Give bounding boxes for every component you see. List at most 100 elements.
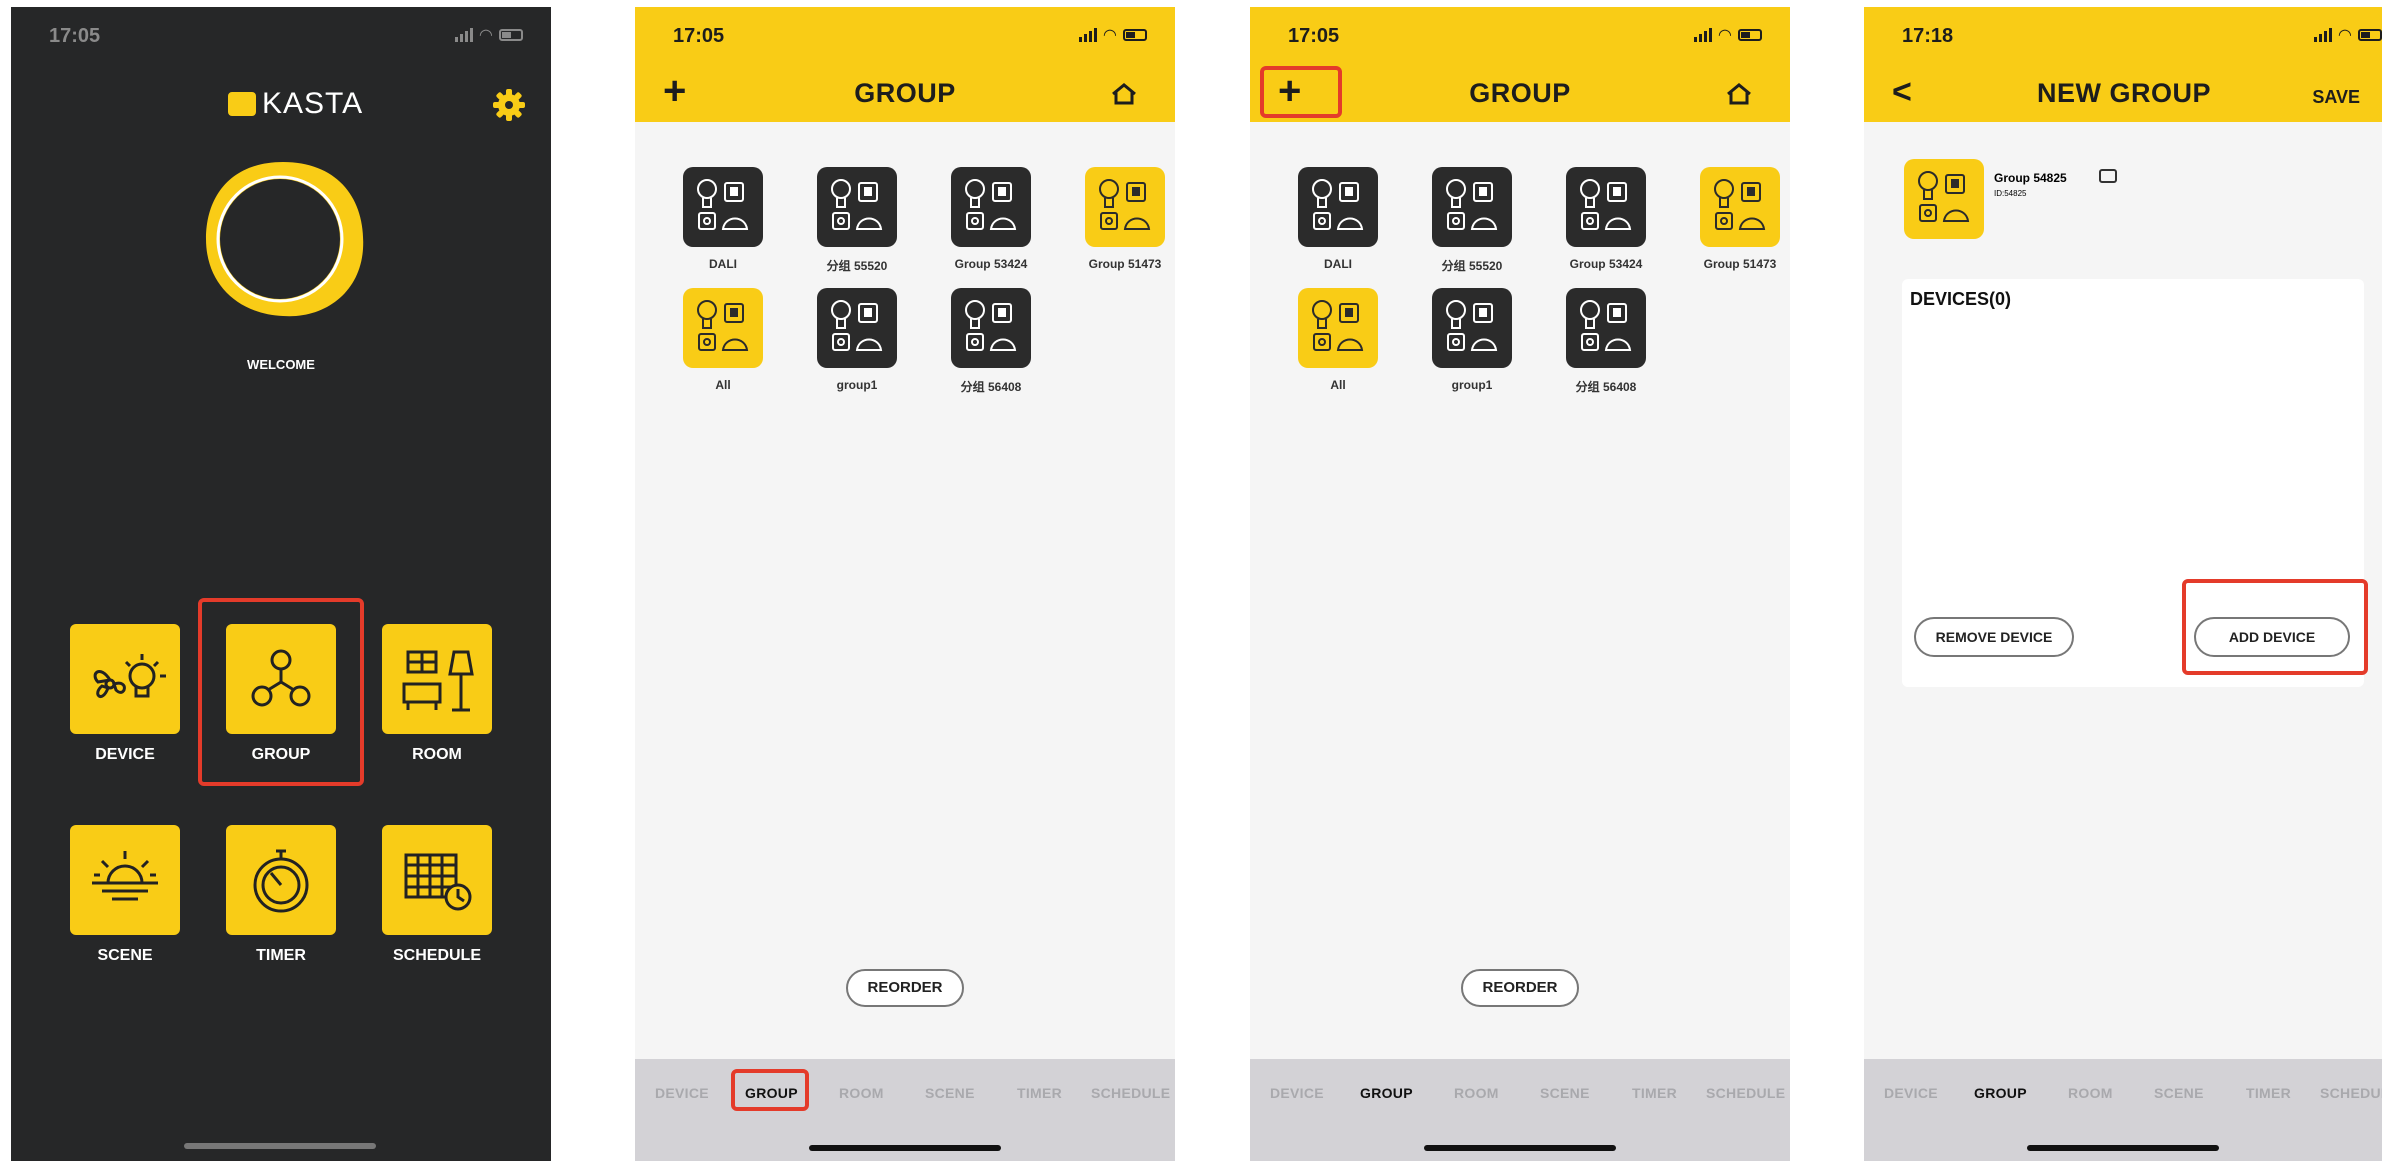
- home-icon[interactable]: [1111, 83, 1137, 105]
- tab-scene[interactable]: SCENE: [2154, 1085, 2204, 1101]
- remove-device-button[interactable]: REMOVE DEVICE: [1914, 617, 2074, 657]
- new-group-screen: 17:18 ◠ < NEW GROUP SAVE Group 54825 ID:…: [1864, 7, 2382, 1161]
- tab-device[interactable]: DEVICE: [1884, 1085, 1938, 1101]
- status-time: 17:05: [49, 25, 101, 47]
- group-tile[interactable]: 分组 55520: [1412, 167, 1532, 274]
- home-indicator: [809, 1145, 1001, 1151]
- device-group-glyph-icon: [1580, 179, 1632, 230]
- save-button[interactable]: SAVE: [2312, 87, 2360, 108]
- group-tile[interactable]: DALI: [1278, 167, 1398, 271]
- group-tile-label: Group 53424: [1569, 257, 1643, 271]
- device-group-glyph-icon: [1099, 179, 1151, 230]
- tab-scene[interactable]: SCENE: [1540, 1085, 1590, 1101]
- battery-icon: [1738, 29, 1762, 41]
- wifi-icon: ◠: [1718, 27, 1731, 44]
- tab-timer[interactable]: TIMER: [2246, 1085, 2291, 1101]
- device-group-glyph-icon: [697, 300, 749, 351]
- home-icon[interactable]: [1726, 83, 1752, 105]
- group-tile[interactable]: All: [1278, 288, 1398, 392]
- device-group-glyph-icon: [1714, 179, 1766, 230]
- device-group-glyph-icon: [1446, 179, 1498, 230]
- schedule-menu-button[interactable]: [382, 825, 492, 935]
- group-devices-icon: [817, 167, 897, 247]
- group-devices-icon: [1566, 167, 1646, 247]
- signal-icon: [1078, 28, 1097, 42]
- tab-schedule[interactable]: SCHEDULE: [1091, 1085, 1170, 1101]
- reorder-button[interactable]: REORDER: [1461, 969, 1579, 1007]
- group-tile-label: 分组 56408: [960, 380, 1022, 394]
- add-button-highlight: [1260, 66, 1342, 118]
- tab-room[interactable]: ROOM: [839, 1085, 884, 1101]
- group-tile[interactable]: group1: [1412, 288, 1532, 392]
- status-time: 17:18: [1902, 25, 1954, 47]
- group-tile[interactable]: Group 51473: [1680, 167, 1790, 271]
- wifi-icon: ◠: [1103, 27, 1116, 44]
- group-tile[interactable]: 分组 56408: [1546, 288, 1666, 395]
- group-tile[interactable]: Group 53424: [1546, 167, 1666, 271]
- new-group-topbar: 17:18 ◠ < NEW GROUP SAVE: [1864, 7, 2382, 122]
- tab-schedule[interactable]: SCHEDULE: [1706, 1085, 1785, 1101]
- group-tile[interactable]: Group 53424: [931, 167, 1051, 271]
- group-tile[interactable]: 分组 55520: [797, 167, 917, 274]
- device-group-glyph-icon: [965, 300, 1017, 351]
- tab-room[interactable]: ROOM: [1454, 1085, 1499, 1101]
- group-tile[interactable]: Group 51473: [1065, 167, 1175, 271]
- device-group-glyph-icon: [1312, 300, 1364, 351]
- device-group-glyph-icon: [965, 179, 1017, 230]
- fan-bulb-icon: [93, 654, 166, 699]
- group-devices-icon: [1298, 167, 1378, 247]
- home-indicator: [2027, 1145, 2219, 1151]
- timer-menu-button[interactable]: [226, 825, 336, 935]
- tab-timer[interactable]: TIMER: [1632, 1085, 1677, 1101]
- back-chevron-icon[interactable]: <: [1892, 73, 1912, 112]
- timer-menu-label: TIMER: [256, 947, 306, 964]
- group-tile[interactable]: All: [663, 288, 783, 392]
- group-tile[interactable]: group1: [797, 288, 917, 392]
- tab-group[interactable]: GROUP: [1974, 1085, 2027, 1101]
- tab-schedule[interactable]: SCHEDULE: [2320, 1085, 2382, 1101]
- status-time: 17:05: [673, 25, 725, 47]
- signal-icon: [454, 28, 473, 42]
- group-devices-icon: [951, 288, 1031, 368]
- group-tile-label: 分组 56408: [1575, 380, 1637, 394]
- edit-name-icon[interactable]: [2099, 169, 2117, 183]
- group-devices-icon: [1432, 167, 1512, 247]
- group-tile-label: Group 51473: [1703, 257, 1777, 271]
- signal-icon: [2313, 28, 2332, 42]
- room-menu-button[interactable]: [382, 624, 492, 734]
- group-devices-icon: [817, 288, 897, 368]
- group-screen: 17:05 ◠ + GROUP DALI 分组 55520 Group 5342…: [635, 7, 1175, 1161]
- group-devices-icon: [683, 288, 763, 368]
- group-id: ID:54825: [1994, 189, 2027, 198]
- reorder-button[interactable]: REORDER: [846, 969, 964, 1007]
- tab-group[interactable]: GROUP: [1360, 1085, 1413, 1101]
- group-name: Group 54825: [1994, 171, 2067, 185]
- group-tile-label: All: [1330, 378, 1346, 392]
- settings-gear-icon[interactable]: [491, 87, 527, 128]
- tab-device[interactable]: DEVICE: [655, 1085, 709, 1101]
- tab-timer[interactable]: TIMER: [1017, 1085, 1062, 1101]
- group-devices-icon: [1566, 288, 1646, 368]
- group-info: Group 54825 ID:54825: [1904, 159, 2117, 239]
- calendar-clock-icon: [404, 853, 472, 911]
- tab-room[interactable]: ROOM: [2068, 1085, 2113, 1101]
- status-bar: 17:05 ◠: [11, 7, 551, 65]
- device-group-glyph-icon: [697, 179, 749, 230]
- scene-menu-label: SCENE: [97, 947, 153, 964]
- sunrise-icon: [92, 851, 158, 901]
- group-tile[interactable]: 分组 56408: [931, 288, 1051, 395]
- status-bar: 17:05 ◠: [635, 7, 1175, 65]
- tab-device[interactable]: DEVICE: [1270, 1085, 1324, 1101]
- tab-scene[interactable]: SCENE: [925, 1085, 975, 1101]
- scene-menu-button[interactable]: [70, 825, 180, 935]
- device-group-glyph-icon: [831, 300, 883, 351]
- group-devices-icon: [951, 167, 1031, 247]
- group-tile-label: All: [715, 378, 731, 392]
- group-tile[interactable]: DALI: [663, 167, 783, 271]
- group-topbar: 17:05 ◠ + GROUP: [635, 7, 1175, 122]
- device-menu-label: DEVICE: [95, 746, 155, 763]
- group-tile-label: Group 53424: [954, 257, 1028, 271]
- device-menu-button[interactable]: [70, 624, 180, 734]
- device-group-glyph-icon: [1312, 179, 1364, 230]
- tab-bar: DEVICE GROUP ROOM SCENE TIMER SCHEDULE: [635, 1059, 1175, 1161]
